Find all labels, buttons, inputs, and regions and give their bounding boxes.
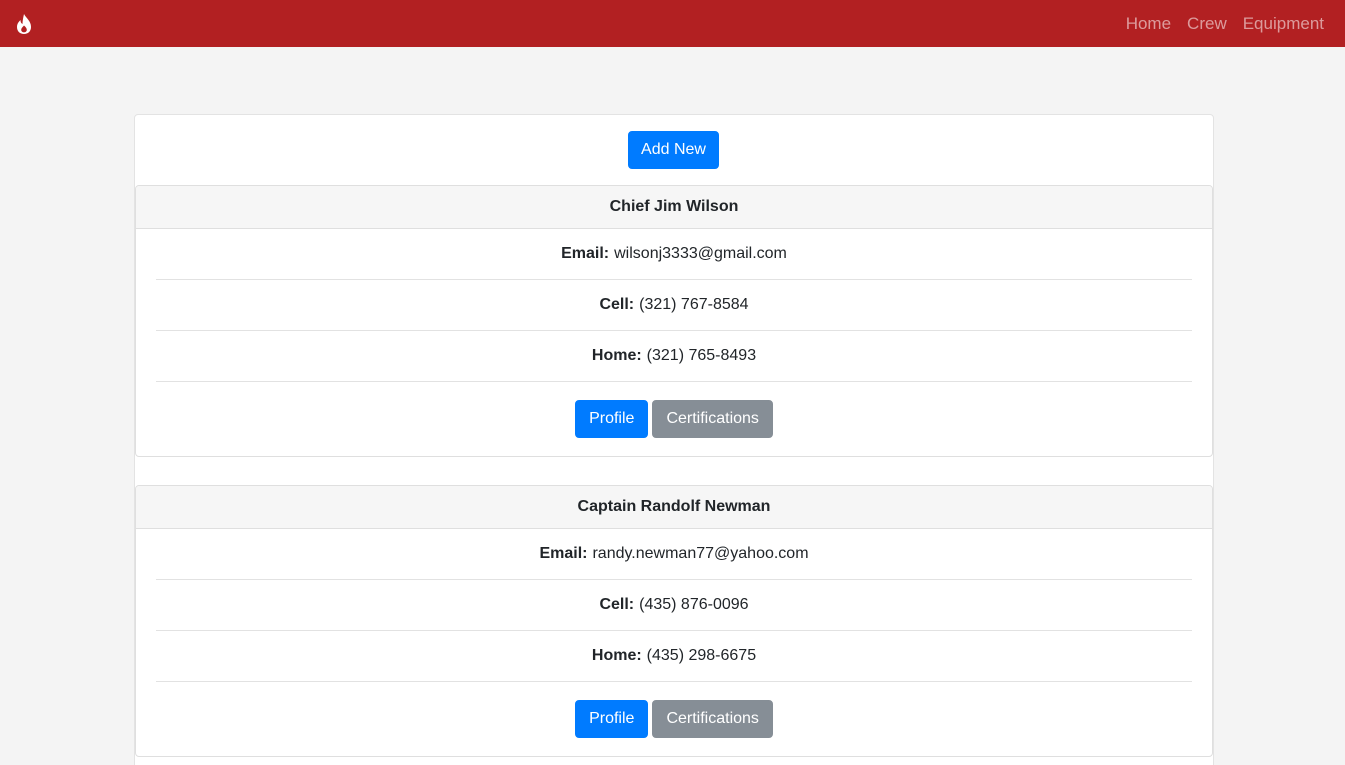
nav-links: Home Crew Equipment <box>1126 15 1324 32</box>
cell-value: (321) 767-8584 <box>639 296 749 313</box>
crew-card-header: Captain Randolf Newman <box>136 486 1212 529</box>
crew-list-container: Add New Chief Jim Wilson Email: wilsonj3… <box>134 114 1214 765</box>
cell-row: Cell: (321) 767-8584 <box>156 280 1192 331</box>
crew-card: Captain Randolf Newman Email: randy.newm… <box>135 485 1213 757</box>
email-value: randy.newman77@yahoo.com <box>592 545 809 562</box>
cell-value: (435) 876-0096 <box>639 596 749 613</box>
email-label: Email: <box>539 545 588 562</box>
home-phone-value: (321) 765-8493 <box>646 347 757 364</box>
profile-button[interactable]: Profile <box>575 400 649 438</box>
certifications-button[interactable]: Certifications <box>652 400 773 438</box>
brand-logo[interactable] <box>13 13 35 35</box>
cell-label: Cell: <box>599 596 635 613</box>
crew-card: Chief Jim Wilson Email: wilsonj3333@gmai… <box>135 185 1213 457</box>
email-label: Email: <box>561 245 610 262</box>
crew-member-name: Chief Jim Wilson <box>609 198 739 215</box>
contact-list: Email: wilsonj3333@gmail.com Cell: (321)… <box>156 229 1192 382</box>
card-actions: Profile Certifications <box>136 682 1212 756</box>
nav-link-crew[interactable]: Crew <box>1187 15 1227 32</box>
nav-link-home[interactable]: Home <box>1126 15 1171 32</box>
home-phone-label: Home: <box>591 347 642 364</box>
cell-label: Cell: <box>599 296 635 313</box>
crew-card-header: Chief Jim Wilson <box>136 186 1212 229</box>
nav-link-equipment[interactable]: Equipment <box>1243 15 1324 32</box>
cell-row: Cell: (435) 876-0096 <box>156 580 1192 631</box>
contact-list: Email: randy.newman77@yahoo.com Cell: (4… <box>156 529 1192 682</box>
home-phone-label: Home: <box>591 647 642 664</box>
email-row: Email: randy.newman77@yahoo.com <box>156 529 1192 580</box>
add-new-button[interactable]: Add New <box>628 131 719 169</box>
profile-button[interactable]: Profile <box>575 700 649 738</box>
card-actions: Profile Certifications <box>136 382 1212 456</box>
fire-icon <box>17 13 31 34</box>
email-row: Email: wilsonj3333@gmail.com <box>156 229 1192 280</box>
home-phone-row: Home: (435) 298-6675 <box>156 631 1192 682</box>
crew-member-name: Captain Randolf Newman <box>577 498 771 515</box>
top-navbar: Home Crew Equipment <box>0 0 1345 47</box>
home-phone-row: Home: (321) 765-8493 <box>156 331 1192 382</box>
certifications-button[interactable]: Certifications <box>652 700 773 738</box>
email-value: wilsonj3333@gmail.com <box>614 245 787 262</box>
home-phone-value: (435) 298-6675 <box>646 647 757 664</box>
